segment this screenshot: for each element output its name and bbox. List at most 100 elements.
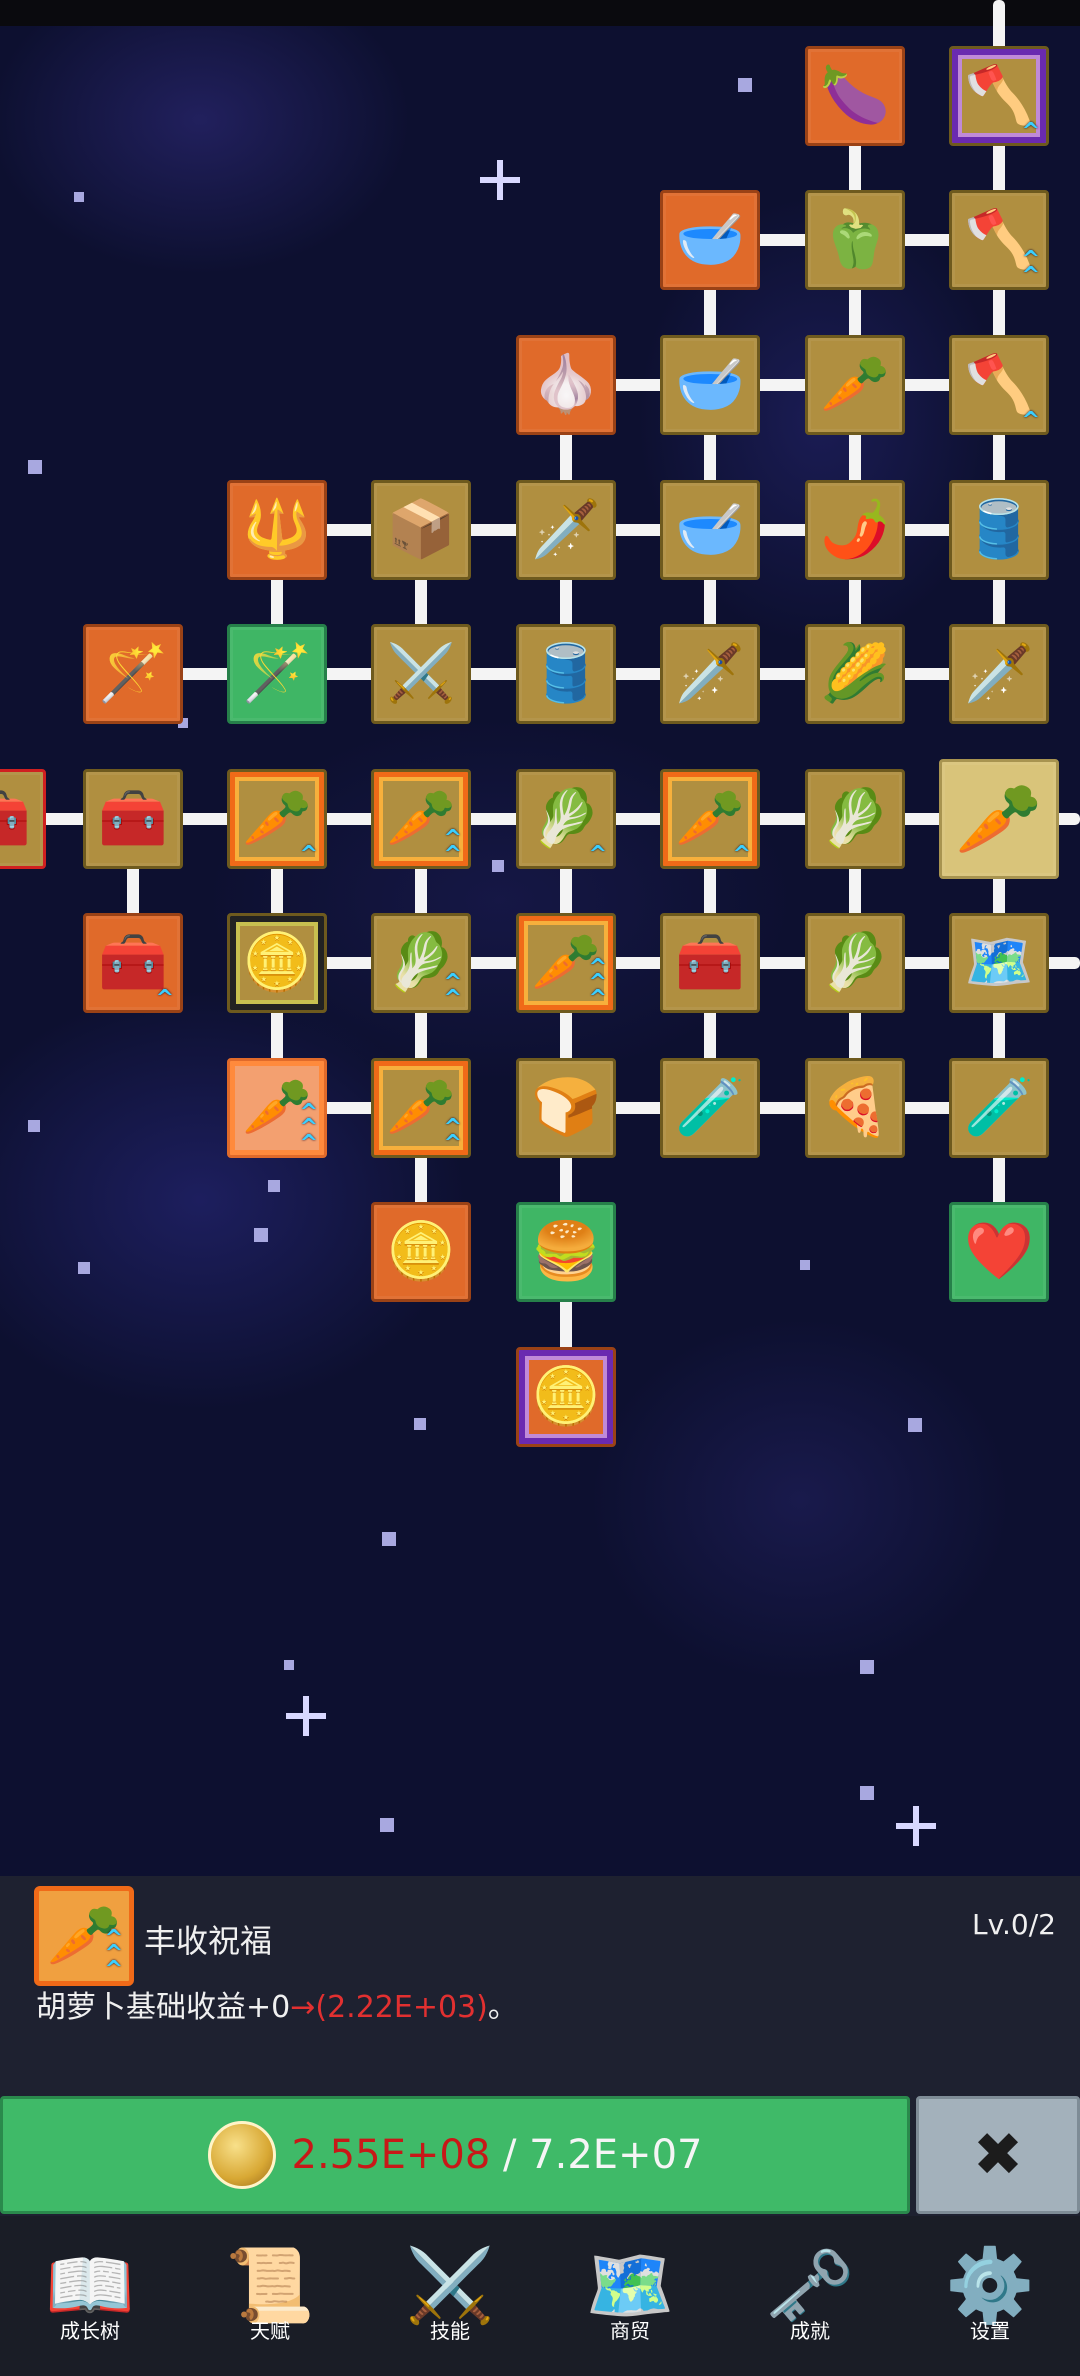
tree-node-barrel-2[interactable]: 🛢️ bbox=[516, 624, 616, 724]
upgrade-arrows-icon: ^ bbox=[1021, 118, 1040, 144]
tree-node-burger[interactable]: 🍔 bbox=[516, 1202, 616, 1302]
tree-node-bowl-3[interactable]: 🥣 bbox=[660, 480, 760, 580]
garlic-icon: 🧄 bbox=[531, 352, 601, 417]
tree-node-cabbage-2[interactable]: 🥬 bbox=[805, 769, 905, 869]
skill-level: Lv.0/2 bbox=[972, 1908, 1056, 1941]
upgrade-arrows-icon: ^ ^ ^ bbox=[588, 954, 607, 1011]
tree-node-chili[interactable]: 🌶️ bbox=[805, 480, 905, 580]
upgrade-arrows-icon: ^ ^ bbox=[1021, 247, 1040, 288]
tree-node-chest-edge[interactable]: 🧰 bbox=[0, 769, 46, 869]
tree-node-shovel-3[interactable]: 🪓 ^ bbox=[949, 335, 1049, 435]
eggplant-icon: 🍆 bbox=[820, 63, 890, 128]
tree-node-pepper[interactable]: 🫑 bbox=[805, 190, 905, 290]
nav-trade[interactable]: 🗺️ 商贸 bbox=[555, 2249, 705, 2344]
close-button[interactable]: ✖ bbox=[916, 2096, 1080, 2214]
desc-suffix: 。 bbox=[487, 1990, 518, 2025]
barrel-icon: 🛢️ bbox=[531, 641, 601, 706]
chest-icon: 🧰 bbox=[675, 930, 745, 995]
carrot-icon: 🥕 bbox=[675, 786, 745, 851]
tree-node-map[interactable]: 🗺️ bbox=[949, 913, 1049, 1013]
heart-icon: ❤️ bbox=[964, 1219, 1034, 1284]
nav-talent[interactable]: 📜 天赋 bbox=[195, 2249, 345, 2344]
tree-node-chest-1[interactable]: 🧰 bbox=[83, 769, 183, 869]
tree-node-sword-1[interactable]: ⚔️ bbox=[371, 624, 471, 724]
tree-node-carrot-2[interactable]: 🥕 ^ ^ bbox=[371, 769, 471, 869]
tree-node-coin-1[interactable]: 🪙 bbox=[227, 913, 327, 1013]
nav-label: 成长树 bbox=[60, 2318, 120, 2343]
nav-label: 技能 bbox=[430, 2318, 470, 2343]
tree-node-bowl-2[interactable]: 🥣 bbox=[660, 335, 760, 435]
tree-node-crate-1[interactable]: 📦 bbox=[371, 480, 471, 580]
upgrade-arrows-icon: ^ bbox=[732, 841, 751, 867]
cabbage-icon: 🥬 bbox=[531, 786, 601, 851]
bowl-icon: 🥣 bbox=[675, 207, 745, 272]
price-separator: / bbox=[490, 2132, 530, 2178]
tree-node-carrot-1[interactable]: 🥕 ^ bbox=[227, 769, 327, 869]
nav-skills[interactable]: ⚔️ 技能 bbox=[375, 2249, 525, 2344]
owned-coins: 2.55E+08 bbox=[291, 2132, 491, 2178]
selected-skill-icon: 🥕 ^ ^ ^ bbox=[34, 1886, 134, 1986]
map-icon: 🗺️ bbox=[964, 930, 1034, 995]
tree-node-carrot-3[interactable]: 🥕 ^ bbox=[660, 769, 760, 869]
skill-detail-panel: 🥕 ^ ^ ^ 丰收祝福 Lv.0/2 胡萝卜基础收益+0→(2.22E+03)。 … bbox=[0, 1876, 1080, 2216]
tree-node-potion-1[interactable]: 🧪 bbox=[660, 1058, 760, 1158]
bottom-nav: 📖 成长树 📜 天赋 ⚔️ 技能 🗺️ 商贸 🗝️ 成就 ⚙️ 设置 bbox=[0, 2216, 1080, 2376]
tree-node-coin-3[interactable]: 🪙 bbox=[516, 1347, 616, 1447]
tree-node-corn[interactable]: 🌽 bbox=[805, 624, 905, 724]
tree-node-chest-2[interactable]: 🧰 ^ bbox=[83, 913, 183, 1013]
tree-node-garlic[interactable]: 🧄 bbox=[516, 335, 616, 435]
tree-node-pizza[interactable]: 🍕 bbox=[805, 1058, 905, 1158]
tree-node-cabbage-1[interactable]: 🥬 ^ bbox=[516, 769, 616, 869]
tree-node-carrot-selected[interactable]: 🥕 bbox=[939, 759, 1059, 879]
tree-node-potion-2[interactable]: 🧪 bbox=[949, 1058, 1049, 1158]
cabbage-icon: 🥬 bbox=[820, 786, 890, 851]
tree-node-cabbage-3[interactable]: 🥬 ^ ^ bbox=[371, 913, 471, 1013]
upgrade-arrows-icon: ^ bbox=[299, 841, 318, 867]
tree-node-bread[interactable]: 🍞 bbox=[516, 1058, 616, 1158]
radish-icon: 🥕 bbox=[820, 352, 890, 417]
upgrade-arrows-icon: ^ bbox=[588, 841, 607, 867]
tree-node-blue-staff[interactable]: 🔱 bbox=[227, 480, 327, 580]
tree-node-red-staff[interactable]: 🪄 bbox=[83, 624, 183, 724]
tree-node-barrel-1[interactable]: 🛢️ bbox=[949, 480, 1049, 580]
growth-tree[interactable]: 🍆🪓^🥣🫑🪓^^🧄🥣🥕🪓^🔱📦🗡️🥣🌶️🛢️🪄🪄⚔️🛢️🗡️🌽🗡️🧰🧰🥕^🥕^^… bbox=[0, 0, 1080, 1500]
potion-icon: 🧪 bbox=[675, 1075, 745, 1140]
tree-node-sword-3[interactable]: 🗡️ bbox=[949, 624, 1049, 724]
coin-icon: 🪙 bbox=[531, 1364, 601, 1429]
nav-label: 天赋 bbox=[250, 2318, 290, 2343]
tree-node-radish[interactable]: 🥕 bbox=[805, 335, 905, 435]
tree-node-eggplant[interactable]: 🍆 bbox=[805, 46, 905, 146]
tree-node-shovel-2[interactable]: 🪓 ^ ^ bbox=[949, 190, 1049, 290]
bowl-icon: 🥣 bbox=[675, 497, 745, 562]
crate-icon: 📦 bbox=[386, 497, 456, 562]
tree-node-carrot-4[interactable]: 🥕 ^ ^ ^ bbox=[516, 913, 616, 1013]
sword-icon: 🗡️ bbox=[675, 641, 745, 706]
nav-achievements[interactable]: 🗝️ 成就 bbox=[735, 2249, 885, 2344]
coin-icon bbox=[207, 2121, 276, 2189]
upgrade-arrows-icon: ^ ^ ^ bbox=[104, 1925, 123, 1982]
key-icon: 🗝️ bbox=[765, 2242, 855, 2327]
corn-icon: 🌽 bbox=[820, 641, 890, 706]
sparkle-star-icon bbox=[286, 1696, 334, 1744]
tree-node-carrot-6[interactable]: 🥕 ^ ^ bbox=[371, 1058, 471, 1158]
pizza-icon: 🍕 bbox=[820, 1075, 890, 1140]
coin-icon: 🪙 bbox=[242, 930, 312, 995]
nav-growth-tree[interactable]: 📖 成长树 bbox=[15, 2249, 165, 2344]
tree-node-leek[interactable]: 🥬 bbox=[805, 913, 905, 1013]
barrel-icon: 🛢️ bbox=[964, 497, 1034, 562]
tree-node-heart[interactable]: ❤️ bbox=[949, 1202, 1049, 1302]
tree-node-coin-2[interactable]: 🪙 bbox=[371, 1202, 471, 1302]
tree-node-green-staff[interactable]: 🪄 bbox=[227, 624, 327, 724]
tree-node-shovel-top[interactable]: 🪓 ^ bbox=[949, 46, 1049, 146]
carrot-icon: 🥕 bbox=[242, 786, 312, 851]
tree-node-chest-3[interactable]: 🧰 bbox=[660, 913, 760, 1013]
upgrade-button[interactable]: 2.55E+08 / 7.2E+07 bbox=[0, 2096, 910, 2214]
tree-node-sword-2[interactable]: 🗡️ bbox=[660, 624, 760, 724]
nav-settings[interactable]: ⚙️ 设置 bbox=[915, 2249, 1065, 2344]
blue-staff-icon: 🔱 bbox=[242, 497, 312, 562]
tree-node-bowl-1[interactable]: 🥣 bbox=[660, 190, 760, 290]
upgrade-arrows-icon: ^ bbox=[1021, 407, 1040, 433]
tree-node-golden-sword[interactable]: 🗡️ bbox=[516, 480, 616, 580]
shovel-icon: 🪓 bbox=[964, 352, 1034, 417]
tree-node-carrot-5[interactable]: 🥕 ^ ^ ^ bbox=[227, 1058, 327, 1158]
